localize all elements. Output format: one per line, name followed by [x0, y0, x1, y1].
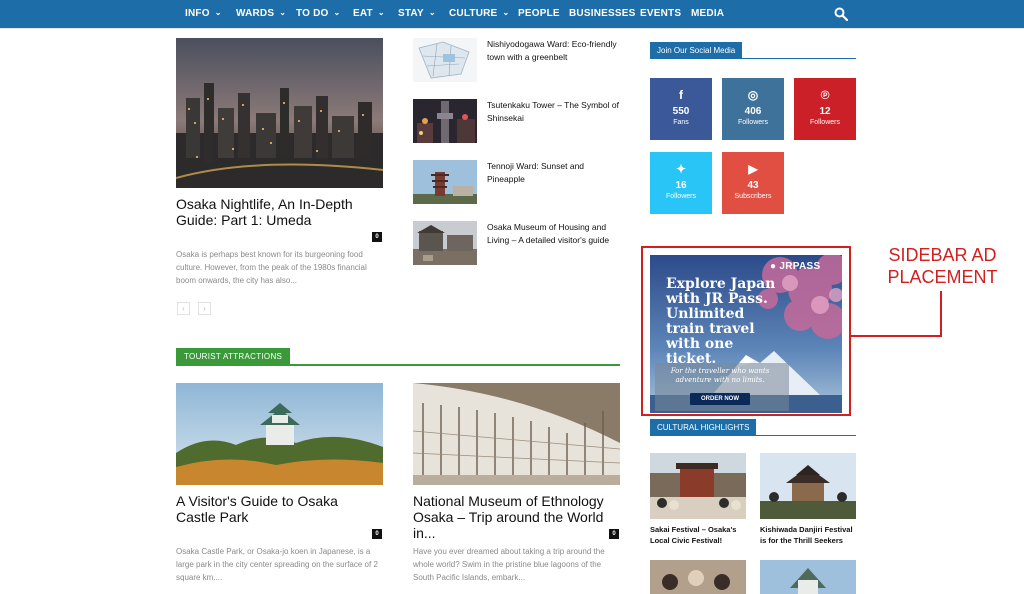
nav-item-info[interactable]: INFO ⌄ — [185, 0, 222, 28]
nav-item-people[interactable]: PEOPLE — [518, 0, 560, 28]
featured-post-image[interactable] — [176, 38, 383, 188]
pinterest-icon: ℗ — [820, 88, 830, 102]
nav-item-wards[interactable]: WARDS ⌄ — [236, 0, 286, 28]
nav-label: INFO — [185, 8, 210, 19]
facebook-icon: f — [679, 88, 683, 102]
chevron-down-icon: ⌄ — [333, 8, 341, 17]
tourist-post-image[interactable] — [176, 383, 383, 485]
twitter-icon: ✦ — [675, 162, 687, 176]
nav-label: BUSINESSES — [569, 8, 636, 19]
youtube-counter[interactable]: ▶ 43 Subscribers — [722, 152, 784, 214]
nav-label: CULTURE — [449, 8, 498, 19]
social-label: Subscribers — [734, 193, 772, 200]
social-label: Followers — [738, 119, 768, 126]
nav-label: WARDS — [236, 8, 275, 19]
social-label: Fans — [673, 119, 689, 126]
social-count: 16 — [675, 180, 687, 191]
social-count: 12 — [819, 106, 831, 117]
nav-label: EVENTS — [640, 8, 682, 19]
annotation-connector-line — [851, 335, 942, 337]
chevron-down-icon: ⌄ — [377, 8, 385, 17]
chevron-down-icon: ⌄ — [279, 8, 287, 17]
side-post-thumbnail[interactable] — [413, 38, 477, 82]
comment-count-badge[interactable]: 0 — [609, 529, 619, 539]
section-tag-tourist-attractions[interactable]: TOURIST ATTRACTIONS — [176, 348, 291, 365]
pinterest-counter[interactable]: ℗ 12 Followers — [794, 78, 856, 140]
featured-post-title[interactable]: Osaka Nightlife, An In-Depth Guide: Part… — [176, 196, 381, 228]
featured-post-excerpt: Osaka is perhaps best known for its burg… — [176, 250, 367, 285]
social-label: Followers — [666, 193, 696, 200]
comment-count-badge[interactable]: 0 — [372, 232, 382, 242]
instagram-counter[interactable]: ◎ 406 Followers — [722, 78, 784, 140]
youtube-icon: ▶ — [748, 162, 758, 176]
order-now-button[interactable]: ORDER NOW — [690, 393, 750, 405]
section-divider — [650, 58, 856, 59]
social-section-title: Join Our Social Media — [650, 42, 743, 59]
ad-headline: Explore Japan with JR Pass. Unlimited tr… — [666, 276, 776, 367]
side-post-title[interactable]: Osaka Museum of Housing and Living – A d… — [487, 221, 622, 247]
nav-item-to-do[interactable]: TO DO ⌄ — [296, 0, 340, 28]
jr-pass-logo: ● JRPASS — [770, 261, 821, 272]
tourist-post-excerpt: Osaka Castle Park, or Osaka-jo koen in J… — [176, 547, 378, 582]
cultural-post-title[interactable]: Kishiwada Danjiri Festival is for the Th… — [760, 524, 860, 546]
nav-item-eat[interactable]: EAT ⌄ — [353, 0, 385, 28]
tourist-post-title[interactable]: A Visitor's Guide to Osaka Castle Park — [176, 493, 381, 525]
nav-item-media[interactable]: MEDIA — [691, 0, 724, 28]
top-navigation-bar: INFO ⌄ WARDS ⌄ TO DO ⌄ EAT ⌄ STAY ⌄ CULTURE ⌄ … — [0, 0, 1024, 28]
social-count: 43 — [747, 180, 759, 191]
instagram-icon: ◎ — [747, 88, 759, 102]
nav-item-stay[interactable]: STAY ⌄ — [398, 0, 436, 28]
tourist-post-title[interactable]: National Museum of Ethnology Osaka – Tri… — [413, 493, 623, 541]
social-count: 550 — [672, 106, 690, 117]
section-divider — [176, 364, 620, 366]
cultural-post-image[interactable] — [650, 453, 746, 519]
side-post-title[interactable]: Tennoji Ward: Sunset and Pineapple — [487, 160, 617, 186]
cultural-post-title[interactable]: Sakai Festival – Osaka's Local Civic Fes… — [650, 524, 750, 546]
side-post-title[interactable]: Tsutenkaku Tower – The Symbol of Shinsek… — [487, 99, 622, 125]
tourist-post-excerpt: Have you ever dreamed about taking a tri… — [413, 547, 605, 582]
side-post-title[interactable]: Nishiyodogawa Ward: Eco-friendly town wi… — [487, 38, 617, 64]
pager-prev-button[interactable]: ‹ — [177, 302, 190, 315]
nav-label: TO DO — [296, 8, 329, 19]
tourist-post-image[interactable] — [413, 383, 620, 485]
cultural-post-image[interactable] — [760, 453, 856, 519]
social-count: 406 — [744, 106, 762, 117]
search-icon[interactable] — [834, 7, 849, 22]
nav-item-culture[interactable]: CULTURE ⌄ — [449, 0, 509, 28]
facebook-counter[interactable]: f 550 Fans — [650, 78, 712, 140]
nav-label: PEOPLE — [518, 8, 560, 19]
nav-label: EAT — [353, 8, 373, 19]
nav-label: STAY — [398, 8, 424, 19]
header-divider — [0, 28, 1024, 29]
nav-item-businesses[interactable]: BUSINESSES — [569, 0, 635, 28]
cultural-post-image[interactable] — [760, 560, 856, 594]
chevron-down-icon: ⌄ — [428, 8, 436, 17]
twitter-counter[interactable]: ✦ 16 Followers — [650, 152, 712, 214]
pager-next-button[interactable]: › — [198, 302, 211, 315]
nav-item-events[interactable]: EVENTS — [640, 0, 681, 28]
section-divider — [650, 435, 856, 436]
side-post-thumbnail[interactable] — [413, 99, 477, 143]
ad-placement-annotation: SIDEBAR AD PLACEMENT — [887, 245, 998, 287]
chevron-down-icon: ⌄ — [214, 8, 222, 17]
side-post-thumbnail[interactable] — [413, 160, 477, 204]
annotation-connector-line — [940, 291, 942, 337]
ad-subline: For the traveller who wants adventure wi… — [670, 367, 770, 384]
comment-count-badge[interactable]: 0 — [372, 529, 382, 539]
nav-label: MEDIA — [691, 8, 725, 19]
social-label: Followers — [810, 119, 840, 126]
cultural-highlights-title[interactable]: CULTURAL HIGHLIGHTS — [650, 419, 757, 436]
side-post-thumbnail[interactable] — [413, 221, 477, 265]
chevron-down-icon: ⌄ — [502, 8, 510, 17]
cultural-post-image[interactable] — [650, 560, 746, 594]
